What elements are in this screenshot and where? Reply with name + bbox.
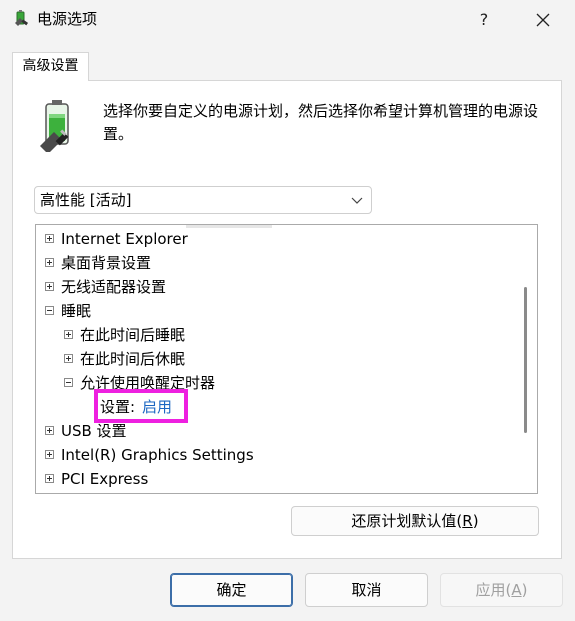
restore-accesskey: R (462, 512, 473, 530)
expand-icon[interactable] (45, 258, 54, 267)
tree-item-label: 无线适配器设置 (61, 278, 167, 296)
tree-item-label: 在此时间后睡眠 (80, 326, 186, 344)
close-icon[interactable] (526, 4, 560, 36)
power-options-dialog: 电源选项 ? 高级设置 选择你要自定义的电源计划，然后选择你希望计算机管理的电源… (0, 0, 575, 621)
expand-icon[interactable] (64, 354, 73, 363)
apply-label-suffix: ) (521, 581, 528, 599)
expand-icon[interactable] (45, 450, 54, 459)
setting-highlight-box (94, 389, 188, 423)
expand-icon[interactable] (64, 330, 73, 339)
chevron-down-icon (351, 197, 363, 204)
expand-icon[interactable] (45, 474, 54, 483)
expand-icon[interactable] (45, 426, 54, 435)
window-title: 电源选项 (37, 10, 98, 28)
tree-item-label: 在此时间后休眠 (80, 350, 186, 368)
restore-label-suffix: ) (472, 512, 479, 530)
ok-button[interactable]: 确定 (170, 573, 293, 607)
power-options-icon (15, 10, 29, 26)
tree-item-label: PCI Express (61, 470, 149, 488)
tree-item-label: 睡眠 (61, 302, 92, 320)
apply-button[interactable]: 应用(A) (440, 573, 563, 607)
apply-label: 应用( (475, 581, 512, 599)
collapse-icon[interactable] (45, 306, 54, 315)
title-bar: 电源选项 ? (0, 0, 575, 40)
restore-defaults-button[interactable]: 还原计划默认值(R) (291, 506, 539, 536)
power-plan-value: 高性能 [活动] (40, 191, 132, 209)
power-settings-tree[interactable]: Internet Explorer 桌面背景设置 无线适配器设置 睡眠 在此时间… (35, 224, 538, 494)
scrollbar-thumb[interactable] (524, 287, 527, 433)
restore-label: 还原计划默认值( (351, 512, 463, 530)
expand-icon[interactable] (45, 234, 54, 243)
battery-plug-icon (40, 100, 69, 152)
cancel-button[interactable]: 取消 (305, 573, 428, 607)
apply-accesskey: A (511, 581, 522, 599)
tab-advanced-settings[interactable]: 高级设置 (12, 52, 89, 81)
expand-icon[interactable] (45, 282, 54, 291)
tree-item-label: Intel(R) Graphics Settings (61, 446, 254, 464)
tree-item-label: 桌面背景设置 (61, 254, 152, 272)
power-plan-select[interactable]: 高性能 [活动] (34, 186, 372, 214)
tree-item-label: USB 设置 (61, 422, 127, 440)
collapse-icon[interactable] (64, 378, 73, 387)
description-text: 选择你要自定义的电源计划，然后选择你希望计算机管理的电源设置。 (103, 102, 539, 143)
help-button[interactable]: ? (468, 4, 500, 36)
tree-item-label: Internet Explorer (61, 230, 188, 248)
scroll-overflow-indicator (186, 225, 272, 228)
